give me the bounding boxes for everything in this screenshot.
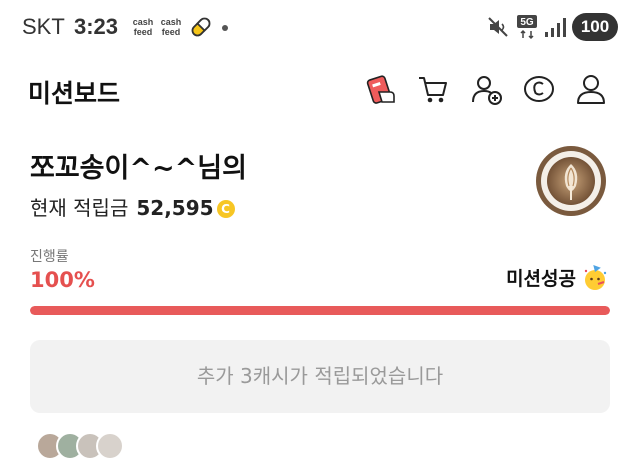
cart-icon[interactable] bbox=[416, 72, 450, 106]
user-greeting: 쪼꼬송이^~^님의 bbox=[30, 153, 247, 184]
network-5g-icon: 5G bbox=[517, 15, 537, 40]
add-friend-icon[interactable] bbox=[470, 72, 504, 106]
coin-icon: C bbox=[216, 200, 235, 218]
svg-text:5G: 5G bbox=[520, 17, 534, 28]
carrier-label: SKT bbox=[22, 14, 65, 39]
signal-strength-icon bbox=[545, 18, 566, 37]
mute-icon bbox=[488, 17, 508, 37]
page-title: 미션보드 bbox=[28, 79, 121, 108]
battery-indicator: 100 bbox=[572, 13, 618, 41]
profile-icon[interactable] bbox=[574, 72, 608, 106]
balance-amount: 52,595 bbox=[136, 196, 214, 220]
balance-row: 현재 적립금 52,595 C bbox=[30, 192, 235, 221]
user-avatar[interactable] bbox=[536, 146, 606, 216]
notification-dot bbox=[222, 25, 228, 31]
mission-status-text: 미션성공 bbox=[506, 268, 576, 290]
progress-label: 진행률 bbox=[30, 249, 69, 265]
status-bar: SKT 3:23 cash feed cash feed 5G 100 bbox=[0, 0, 640, 56]
progress-bar bbox=[30, 306, 610, 315]
reward-notice-button[interactable]: 추가 3캐시가 적립되었습니다 bbox=[30, 340, 610, 413]
progress-bar-fill bbox=[30, 306, 610, 315]
clock: 3:23 bbox=[74, 14, 119, 39]
app-header: 미션보드 bbox=[0, 56, 640, 122]
participant-avatar bbox=[96, 432, 124, 460]
mission-card-icon[interactable] bbox=[364, 72, 398, 106]
cashfeed-notification-icon-2: cash feed bbox=[160, 17, 182, 37]
participant-avatars bbox=[36, 432, 136, 460]
balance-label: 현재 적립금 bbox=[30, 196, 129, 220]
progress-value: 100% bbox=[30, 268, 95, 292]
mission-status: 미션성공 bbox=[506, 264, 608, 291]
cash-coin-icon[interactable] bbox=[522, 72, 556, 106]
party-face-icon bbox=[584, 265, 607, 290]
pill-icon bbox=[191, 16, 212, 37]
cashfeed-notification-icon: cash feed bbox=[132, 17, 154, 37]
